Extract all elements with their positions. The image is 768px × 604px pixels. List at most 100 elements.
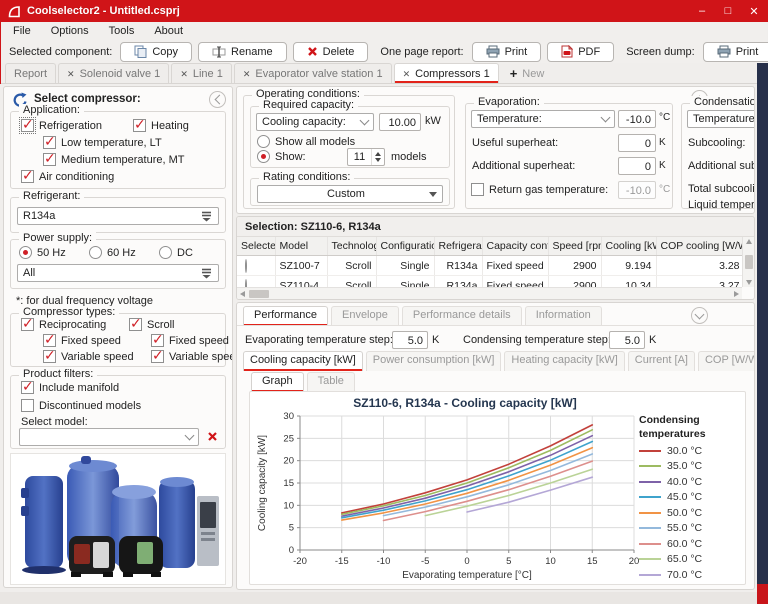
view-tab-bar: Graph Table — [251, 372, 358, 392]
tab-solenoid-valve[interactable]: Solenoid valve 1 — [58, 63, 169, 83]
checkbox-heating[interactable]: Heating — [133, 119, 189, 132]
evaporation-selector-dropdown[interactable]: Temperature: — [471, 110, 615, 128]
scrollbar-thumb[interactable] — [745, 255, 753, 269]
cond-step-field[interactable]: 5.0 — [609, 331, 645, 349]
col-capacity-control[interactable]: Capacity control — [482, 237, 548, 256]
radio-show-all-models[interactable]: Show all models — [257, 135, 355, 148]
tab-evaporator-valve-station[interactable]: Evaporator valve station 1 — [234, 63, 392, 83]
tab-close-icon[interactable] — [403, 68, 411, 80]
tab-close-icon[interactable] — [180, 68, 188, 80]
tab-performance[interactable]: Performance — [243, 306, 328, 326]
tab-close-icon[interactable] — [67, 68, 75, 80]
collapse-left-panel-icon[interactable] — [209, 91, 226, 108]
capacity-type-dropdown[interactable]: Cooling capacity: — [256, 113, 374, 131]
voltage-dropdown[interactable]: All — [17, 264, 219, 282]
close-icon[interactable]: ✕ — [748, 5, 760, 18]
copy-component-button[interactable]: Copy — [120, 42, 192, 62]
evaporation-temp-field[interactable]: -10.0 — [618, 110, 656, 128]
tab-cop[interactable]: COP [W/W] — [698, 351, 755, 371]
checkbox-recip-fixed-speed[interactable]: Fixed speed — [43, 334, 121, 347]
menu-file[interactable]: File — [11, 24, 33, 38]
checkbox-medium-temperature[interactable]: Medium temperature, MT — [43, 153, 184, 166]
tab-compressors[interactable]: Compressors 1 — [394, 63, 499, 83]
checkbox-recip-variable-speed[interactable]: Variable speed — [43, 350, 134, 363]
model-count-spinner[interactable]: 11 — [347, 148, 385, 166]
radio-show-count[interactable]: Show: — [257, 150, 306, 163]
svg-text:15: 15 — [587, 556, 598, 567]
print-report-button[interactable]: Print — [472, 42, 542, 62]
menu-about[interactable]: About — [152, 24, 185, 38]
tab-information[interactable]: Information — [525, 306, 602, 326]
col-cop-cooling[interactable]: COP cooling [W/W] — [656, 237, 742, 256]
tab-performance-details[interactable]: Performance details — [402, 306, 522, 326]
radio-dc[interactable]: DC — [159, 246, 193, 259]
radio-50hz[interactable]: 50 Hz — [19, 246, 66, 259]
table-row[interactable]: SZ110-4 Scroll Single R134a Fixed speed … — [237, 276, 742, 288]
select-model-dropdown[interactable] — [19, 428, 199, 446]
checkbox-scroll-variable-speed[interactable]: Variable speed — [151, 350, 233, 363]
scroll-right-icon[interactable] — [734, 291, 739, 297]
col-selected[interactable]: Selected — [237, 237, 275, 256]
col-cooling[interactable]: Cooling [kW] — [601, 237, 656, 256]
clear-model-icon[interactable] — [207, 431, 218, 442]
tab-close-icon[interactable] — [243, 68, 251, 80]
pdf-report-button[interactable]: PDF — [547, 42, 614, 62]
menu-options[interactable]: Options — [49, 24, 91, 38]
checkbox-icon — [43, 153, 56, 166]
table-vertical-scrollbar[interactable] — [742, 237, 754, 287]
collapse-performance-icon[interactable] — [691, 307, 708, 324]
screen-print-button[interactable]: Print — [703, 42, 768, 62]
rating-conditions-dropdown[interactable]: Custom — [257, 185, 443, 203]
checkbox-reciprocating[interactable]: Reciprocating — [21, 318, 106, 331]
tab-report[interactable]: Report — [5, 63, 56, 83]
row-select-radio[interactable] — [245, 259, 247, 273]
scroll-down-icon[interactable] — [746, 280, 752, 285]
table-row[interactable]: SZ100-7 Scroll Single R134a Fixed speed … — [237, 256, 742, 276]
checkbox-discontinued-models[interactable]: Discontinued models — [21, 399, 141, 412]
rename-component-button[interactable]: Rename — [198, 42, 287, 62]
tab-graph[interactable]: Graph — [251, 372, 304, 392]
tab-table[interactable]: Table — [307, 372, 355, 392]
scrollbar-thumb[interactable] — [249, 290, 269, 298]
spinner-arrows-icon[interactable] — [371, 149, 384, 165]
col-speed[interactable]: Speed [rpm] — [548, 237, 601, 256]
scroll-up-icon[interactable] — [746, 239, 752, 244]
radio-60hz[interactable]: 60 Hz — [89, 246, 136, 259]
additional-subcooling-label: Additional subcooling: — [688, 160, 755, 172]
tab-current[interactable]: Current [A] — [628, 351, 695, 371]
tab-line[interactable]: Line 1 — [171, 63, 232, 83]
checkbox-include-manifold[interactable]: Include manifold — [21, 381, 119, 394]
checkbox-low-temperature[interactable]: Low temperature, LT — [43, 136, 162, 149]
refrigerant-dropdown[interactable]: R134a — [17, 207, 219, 225]
checkbox-air-conditioning[interactable]: Air conditioning — [21, 170, 114, 183]
tab-new[interactable]: New — [501, 63, 554, 83]
refrigerant-legend: Refrigerant: — [19, 190, 84, 202]
minimize-icon[interactable]: – — [696, 5, 708, 17]
maximize-icon[interactable]: □ — [722, 5, 734, 17]
tab-cooling-capacity[interactable]: Cooling capacity [kW] — [243, 351, 363, 371]
evap-step-field[interactable]: 5.0 — [392, 331, 428, 349]
additional-superheat-field[interactable]: 0 — [618, 157, 656, 175]
col-technology[interactable]: Technology — [327, 237, 376, 256]
table-header-row: Selected Model Technology Configuration … — [237, 237, 742, 256]
condensation-selector-dropdown[interactable]: Temperature: — [687, 110, 755, 128]
svg-text:10: 10 — [545, 556, 556, 567]
tab-heating-capacity[interactable]: Heating capacity [kW] — [504, 351, 624, 371]
checkbox-scroll-fixed-speed[interactable]: Fixed speed — [151, 334, 229, 347]
tab-envelope[interactable]: Envelope — [331, 306, 399, 326]
menu-tools[interactable]: Tools — [107, 24, 137, 38]
capacity-value-field[interactable]: 10.00 — [379, 113, 421, 131]
tab-power-consumption[interactable]: Power consumption [kW] — [366, 351, 502, 371]
delete-component-button[interactable]: Delete — [293, 42, 369, 62]
useful-superheat-field[interactable]: 0 — [618, 134, 656, 152]
checkbox-scroll[interactable]: Scroll — [129, 318, 175, 331]
checkbox-return-gas-temperature[interactable]: Return gas temperature: — [471, 183, 608, 196]
row-select-radio[interactable] — [245, 279, 247, 288]
col-model[interactable]: Model — [275, 237, 327, 256]
checkbox-refrigeration[interactable]: Refrigeration — [21, 119, 102, 132]
col-configuration[interactable]: Configuration — [376, 237, 434, 256]
col-refrigerant[interactable]: Refrigerant — [434, 237, 482, 256]
printer-icon — [486, 45, 500, 58]
table-horizontal-scrollbar[interactable] — [237, 287, 742, 299]
scroll-left-icon[interactable] — [240, 291, 245, 297]
